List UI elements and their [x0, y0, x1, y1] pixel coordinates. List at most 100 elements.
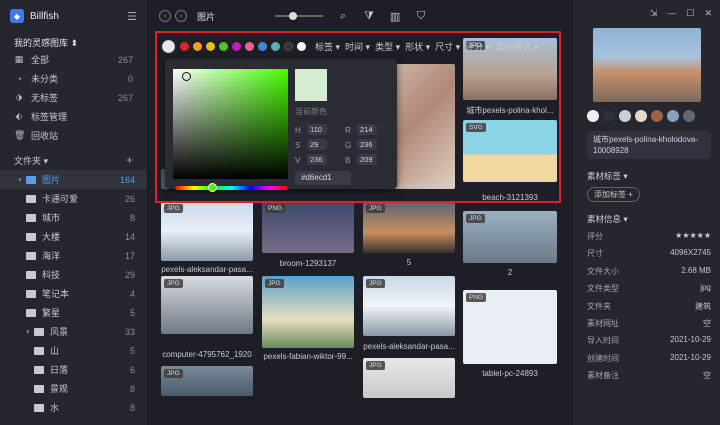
color-swatch[interactable] — [232, 41, 241, 51]
folder-label: 景观 — [50, 384, 69, 394]
s-input[interactable]: 29 — [307, 139, 327, 150]
palette-swatch[interactable] — [603, 110, 615, 122]
sidebar-item[interactable]: ⬖ 标签管理 — [0, 107, 147, 126]
filter-dropdown[interactable]: 尺寸 ▾ — [435, 40, 460, 53]
back-icon[interactable]: ‹ — [159, 10, 171, 22]
folder-count: 4 — [129, 288, 135, 299]
top-toolbar: ‹ › 图片 ⌕ ⧩ ▥ ⛉ — [149, 0, 571, 32]
picker-cursor[interactable] — [182, 72, 191, 81]
maximize-icon[interactable]: ☐ — [686, 8, 694, 19]
color-swatch[interactable] — [193, 41, 202, 51]
hue-slider[interactable] — [175, 183, 288, 192]
color-filter-active-swatch[interactable] — [162, 39, 175, 53]
thumbnail[interactable]: JPG — [161, 201, 253, 261]
palette-swatch[interactable] — [587, 110, 599, 122]
folder-item[interactable]: 科技 29 — [0, 265, 147, 284]
slider-knob[interactable] — [289, 12, 298, 20]
thumbnail[interactable]: PNG — [262, 201, 354, 253]
color-swatch[interactable] — [219, 41, 228, 51]
minimize-icon[interactable]: — — [667, 8, 676, 18]
filter-dropdown[interactable]: 其他筛选 ▾ — [495, 40, 538, 53]
color-swatch[interactable] — [258, 41, 267, 51]
thumbnail[interactable]: JPG — [161, 366, 253, 396]
folder-item[interactable]: 大楼 14 — [0, 227, 147, 246]
sidebar-item[interactable]: ▦ 全部 267 — [0, 50, 147, 69]
r-input[interactable]: 214 — [357, 124, 377, 135]
info-key: 评分 — [587, 232, 603, 241]
folder-item[interactable]: 笔记本 4 — [0, 284, 147, 303]
main-area: ‹ › 图片 ⌕ ⧩ ▥ ⛉ pexels-eva-elijas-621...p… — [149, 0, 571, 425]
sidebar-item[interactable]: 🗑 回收站 — [0, 126, 147, 145]
thumbnail[interactable]: JPG — [363, 276, 455, 336]
filter-dropdown[interactable]: 标签 ▾ — [315, 40, 340, 53]
expand-arrow-icon[interactable]: ▾ — [18, 176, 24, 184]
thumbnail[interactable]: JPG — [463, 211, 557, 263]
shirt-icon[interactable]: ⛉ — [415, 10, 427, 23]
pin-icon[interactable]: ⇲ — [650, 8, 658, 19]
search-icon[interactable]: ⌕ — [337, 10, 349, 23]
hex-input[interactable]: #d6ecd1 — [295, 171, 351, 185]
folder-item[interactable]: 景观 8 — [0, 379, 147, 398]
folder-item[interactable]: ▾ 风景 33 — [0, 322, 147, 341]
folder-icon — [34, 403, 44, 412]
palette-swatch[interactable] — [683, 110, 695, 122]
filter-dropdown[interactable]: 评分 ▾ — [465, 40, 490, 53]
sidebar-item-label: 回收站 — [31, 131, 59, 141]
folder-item[interactable]: 繁星 5 — [0, 303, 147, 322]
r-label: R — [345, 126, 351, 135]
color-swatch[interactable] — [284, 41, 293, 51]
folder-label: 卡通可爱 — [42, 194, 79, 204]
info-title[interactable]: 素材信息 ▾ — [587, 213, 628, 225]
folder-item[interactable]: 山5 — [0, 341, 147, 360]
hue-knob[interactable] — [208, 183, 217, 192]
color-swatch[interactable] — [297, 41, 306, 51]
sidebar-item[interactable]: ⬗ 无标签 267 — [0, 88, 147, 107]
folders-header[interactable]: 文件夹 ▾ + — [0, 150, 147, 170]
palette-swatch[interactable] — [667, 110, 679, 122]
thumbnail[interactable]: JPG — [161, 276, 253, 334]
library-selector[interactable]: 我的灵感图库 ⬍ — [0, 32, 147, 50]
folder-item[interactable]: 海洋 17 — [0, 246, 147, 265]
folder-item[interactable]: 日落 6 — [0, 360, 147, 379]
g-input[interactable]: 236 — [357, 139, 377, 150]
b-input[interactable]: 209 — [357, 154, 377, 165]
thumbnail[interactable]: JPG — [363, 358, 455, 398]
palette-swatch[interactable] — [651, 110, 663, 122]
close-icon[interactable]: ✕ — [704, 8, 712, 19]
add-tag-button[interactable]: 添加标签 + — [587, 187, 640, 202]
filename-field[interactable]: 城市pexels-polina-kholodova-10008928 — [587, 131, 711, 159]
menu-icon[interactable]: ☰ — [127, 10, 137, 23]
color-picker-popup: 当前颜色 H 110 S 29 V 236 R 214 G 236 B 209 … — [165, 59, 397, 192]
filter-dropdown[interactable]: 时间 ▾ — [345, 40, 370, 53]
color-swatch[interactable] — [180, 41, 189, 51]
folder-item[interactable]: ▾ 图片 164 — [0, 170, 147, 189]
palette-swatch[interactable] — [635, 110, 647, 122]
add-folder-icon[interactable]: + — [126, 153, 133, 167]
color-swatch[interactable] — [271, 41, 280, 51]
color-swatch[interactable] — [245, 41, 254, 51]
folder-item[interactable]: 城市 8 — [0, 208, 147, 227]
thumbnail-size-slider[interactable] — [275, 12, 324, 20]
palette-swatch[interactable] — [619, 110, 631, 122]
saturation-value-area[interactable] — [173, 69, 288, 179]
forward-icon[interactable]: › — [175, 10, 187, 22]
thumbnail[interactable]: JPG — [262, 276, 354, 348]
v-input[interactable]: 236 — [307, 154, 327, 165]
expand-arrow-icon[interactable]: ▾ — [26, 328, 32, 336]
h-input[interactable]: 110 — [307, 124, 327, 135]
folder-item[interactable]: 卡通可爱 26 — [0, 189, 147, 208]
tags-title[interactable]: 素材标签 ▾ — [587, 170, 628, 182]
filter-icon[interactable]: ⧩ — [363, 10, 375, 23]
info-row: 素材备注 空 — [587, 370, 711, 381]
color-swatch[interactable] — [206, 41, 215, 51]
sidebar-item[interactable]: ◔ 未分类 0 — [0, 69, 147, 88]
filter-dropdown[interactable]: 类型 ▾ — [375, 40, 400, 53]
folder-label: 图片 — [42, 175, 61, 185]
filter-dropdown[interactable]: 形状 ▾ — [405, 40, 430, 53]
file-type-badge: PNG — [265, 204, 286, 213]
file-type-badge: JPG — [366, 279, 385, 288]
layout-icon[interactable]: ▥ — [389, 10, 401, 23]
folder-item[interactable]: 水8 — [0, 398, 147, 417]
thumbnail[interactable]: JPG — [363, 201, 455, 253]
thumbnail[interactable]: PNG — [463, 290, 557, 364]
